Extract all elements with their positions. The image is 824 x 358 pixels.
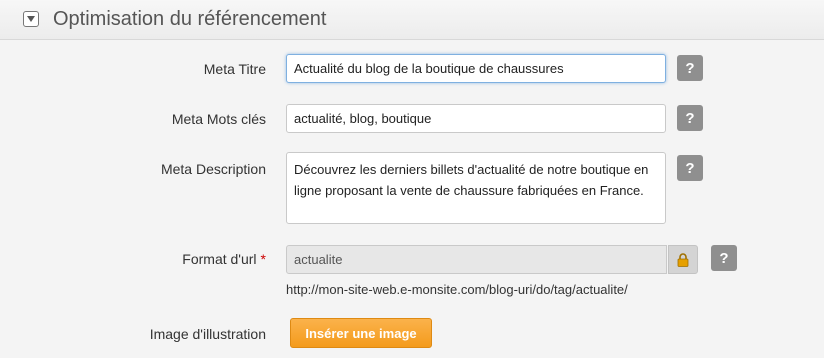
- url-format-help-button[interactable]: ?: [711, 245, 737, 271]
- seo-panel-header[interactable]: Optimisation du référencement: [0, 0, 824, 40]
- lock-toggle-button[interactable]: [668, 245, 698, 274]
- url-format-input[interactable]: [286, 245, 667, 274]
- meta-title-label: Meta Titre: [203, 61, 266, 77]
- meta-keywords-help-button[interactable]: ?: [677, 105, 703, 131]
- url-preview: http://mon-site-web.e-monsite.com/blog-u…: [286, 282, 628, 297]
- image-label: Image d'illustration: [149, 326, 266, 342]
- required-marker: *: [260, 251, 266, 267]
- help-icon: ?: [685, 109, 695, 127]
- help-icon: ?: [685, 159, 695, 177]
- insert-image-button[interactable]: Insérer une image: [290, 318, 432, 348]
- url-format-label-text: Format d'url: [182, 251, 257, 267]
- meta-description-textarea[interactable]: Découvrez les derniers billets d'actuali…: [286, 152, 666, 224]
- meta-title-input[interactable]: [286, 54, 666, 83]
- lock-icon: [677, 252, 689, 267]
- help-icon: ?: [719, 249, 729, 267]
- meta-description-help-button[interactable]: ?: [677, 155, 703, 181]
- url-format-label: Format d'url *: [182, 251, 266, 267]
- chevron-down-icon[interactable]: [23, 11, 39, 27]
- help-icon: ?: [685, 59, 695, 77]
- meta-keywords-input[interactable]: [286, 104, 666, 133]
- meta-keywords-label: Meta Mots clés: [171, 111, 266, 127]
- panel-title: Optimisation du référencement: [53, 8, 327, 30]
- meta-title-help-button[interactable]: ?: [677, 55, 703, 81]
- meta-description-label: Meta Description: [160, 161, 266, 177]
